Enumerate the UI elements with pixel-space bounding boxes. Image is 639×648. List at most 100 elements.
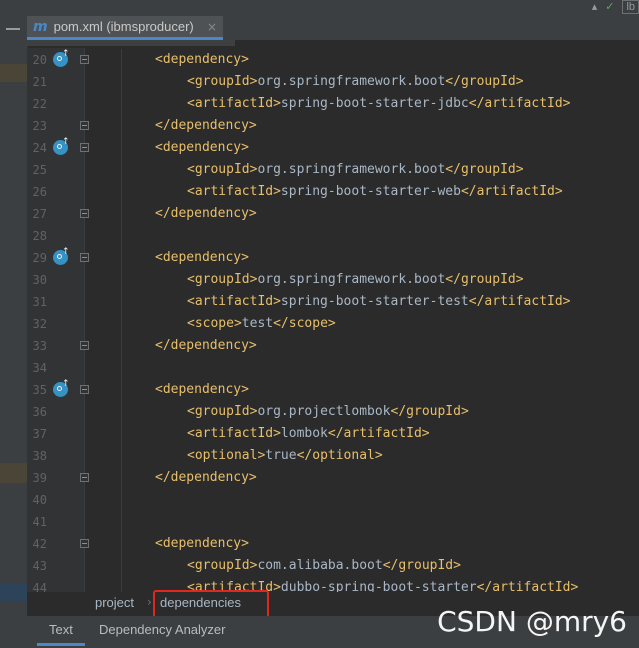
fold-icon[interactable] <box>80 539 89 548</box>
xml-tag: </scope> <box>273 316 336 331</box>
line-number: 30 <box>32 273 47 287</box>
code-line[interactable]: <dependency> <box>155 49 249 71</box>
fold-icon[interactable] <box>80 341 89 350</box>
code-line[interactable]: </dependency> <box>155 115 257 137</box>
xml-tag: </artifactId> <box>460 184 563 199</box>
xml-value: true <box>265 448 297 463</box>
override-arrow-icon: ↑ <box>62 379 70 389</box>
code-line[interactable]: <artifactId>spring-boot-starter-web</art… <box>187 181 563 203</box>
xml-tag: </groupId> <box>445 162 524 177</box>
code-line[interactable]: <groupId>org.springframework.boot</group… <box>187 71 524 93</box>
xml-tag: <artifactId> <box>187 96 281 111</box>
line-number: 22 <box>32 97 47 111</box>
fold-icon[interactable] <box>80 209 89 218</box>
line-number: 40 <box>32 493 47 507</box>
line-number: 39 <box>32 471 47 485</box>
fold-icon[interactable] <box>80 121 89 130</box>
xml-value: spring-boot-starter-test <box>280 294 469 309</box>
code-line[interactable]: </dependency> <box>155 203 257 225</box>
code-line[interactable]: <artifactId>lombok</artifactId> <box>187 423 430 445</box>
xml-tag: </artifactId> <box>468 96 571 111</box>
project-tool-strip[interactable] <box>0 0 28 648</box>
xml-tag: <groupId> <box>187 74 258 89</box>
indent-guide <box>121 49 122 593</box>
code-line[interactable]: <groupId>com.alibaba.boot</groupId> <box>187 555 461 577</box>
code-line[interactable]: <artifactId>spring-boot-starter-jdbc</ar… <box>187 93 571 115</box>
override-arrow-icon: ↑ <box>62 247 70 257</box>
line-number: 24 <box>32 141 47 155</box>
code-line[interactable]: <dependency> <box>155 137 249 159</box>
line-number: 31 <box>32 295 47 309</box>
fold-icon[interactable] <box>80 253 89 262</box>
xml-tag: </dependency> <box>155 206 257 221</box>
tab-title: pom.xml (ibmsproducer) <box>53 19 194 34</box>
fold-icon[interactable] <box>80 385 89 394</box>
sticky-scroll-hint <box>27 40 235 46</box>
xml-tag: <groupId> <box>187 558 258 573</box>
xml-tag: <scope> <box>187 316 242 331</box>
line-number: 37 <box>32 427 47 441</box>
override-arrow-icon: ↑ <box>62 137 70 147</box>
xml-value: test <box>241 316 274 331</box>
line-number: 23 <box>32 119 47 133</box>
code-line[interactable]: </dependency> <box>155 467 257 489</box>
line-number: 25 <box>32 163 47 177</box>
tab-text[interactable]: Text <box>37 622 85 646</box>
xml-tag: <dependency> <box>155 52 249 67</box>
code-line[interactable]: <dependency> <box>155 247 249 269</box>
code-line[interactable]: <groupId>org.springframework.boot</group… <box>187 269 524 291</box>
code-line[interactable]: <artifactId>spring-boot-starter-test</ar… <box>187 291 571 313</box>
line-number: 32 <box>32 317 47 331</box>
line-number: 35 <box>32 383 47 397</box>
breadcrumb-project[interactable]: project <box>95 595 134 610</box>
line-number: 29 <box>32 251 47 265</box>
minimize-icon[interactable] <box>6 28 20 30</box>
user-icon[interactable]: ▴ <box>592 0 598 13</box>
close-icon[interactable]: × <box>207 20 217 34</box>
xml-value: org.springframework.boot <box>257 272 446 287</box>
code-line[interactable]: </dependency> <box>155 335 257 357</box>
code-line[interactable]: <groupId>org.springframework.boot</group… <box>187 159 524 181</box>
xml-value: org.springframework.boot <box>257 74 446 89</box>
xml-value: com.alibaba.boot <box>257 558 383 573</box>
tab-pom-xml[interactable]: m pom.xml (ibmsproducer) × <box>27 16 223 40</box>
line-number: 34 <box>32 361 47 375</box>
xml-tag: <dependency> <box>155 140 249 155</box>
xml-value: spring-boot-starter-jdbc <box>280 96 469 111</box>
line-number: 28 <box>32 229 47 243</box>
code-line[interactable]: <dependency> <box>155 379 249 401</box>
tab-dependency-analyzer[interactable]: Dependency Analyzer <box>99 622 225 637</box>
xml-value: org.projectlombok <box>257 404 391 419</box>
code-line[interactable]: <groupId>org.projectlombok</groupId> <box>187 401 469 423</box>
code-line[interactable]: <dependency> <box>155 533 249 555</box>
xml-tag: <groupId> <box>187 272 258 287</box>
override-arrow-icon: ↑ <box>62 49 70 59</box>
strip-highlight-mid <box>0 463 27 483</box>
line-number: 21 <box>32 75 47 89</box>
xml-tag: </groupId> <box>445 272 524 287</box>
xml-tag: </dependency> <box>155 470 257 485</box>
xml-tag: <groupId> <box>187 162 258 177</box>
line-number: 41 <box>32 515 47 529</box>
xml-tag: <artifactId> <box>187 294 281 309</box>
xml-tag: <artifactId> <box>187 426 281 441</box>
fold-icon[interactable] <box>80 55 89 64</box>
fold-icon[interactable] <box>80 473 89 482</box>
xml-tag: <optional> <box>187 448 266 463</box>
xml-tag: </dependency> <box>155 118 257 133</box>
xml-tag: <artifactId> <box>187 184 281 199</box>
line-number: 43 <box>32 559 47 573</box>
xml-value: org.springframework.boot <box>257 162 446 177</box>
breadcrumb-separator: › <box>147 595 152 609</box>
fold-icon[interactable] <box>80 143 89 152</box>
top-right-widget[interactable]: lb <box>622 0 639 14</box>
strip-highlight-top <box>0 64 27 82</box>
line-number: 33 <box>32 339 47 353</box>
vcs-check-icon[interactable]: ✓ <box>605 0 614 13</box>
xml-tag: </artifactId> <box>327 426 430 441</box>
code-line[interactable]: <optional>true</optional> <box>187 445 383 467</box>
code-line[interactable]: <scope>test</scope> <box>187 313 336 335</box>
xml-tag: </groupId> <box>382 558 461 573</box>
strip-selection <box>0 583 27 601</box>
xml-tag: </groupId> <box>445 74 524 89</box>
